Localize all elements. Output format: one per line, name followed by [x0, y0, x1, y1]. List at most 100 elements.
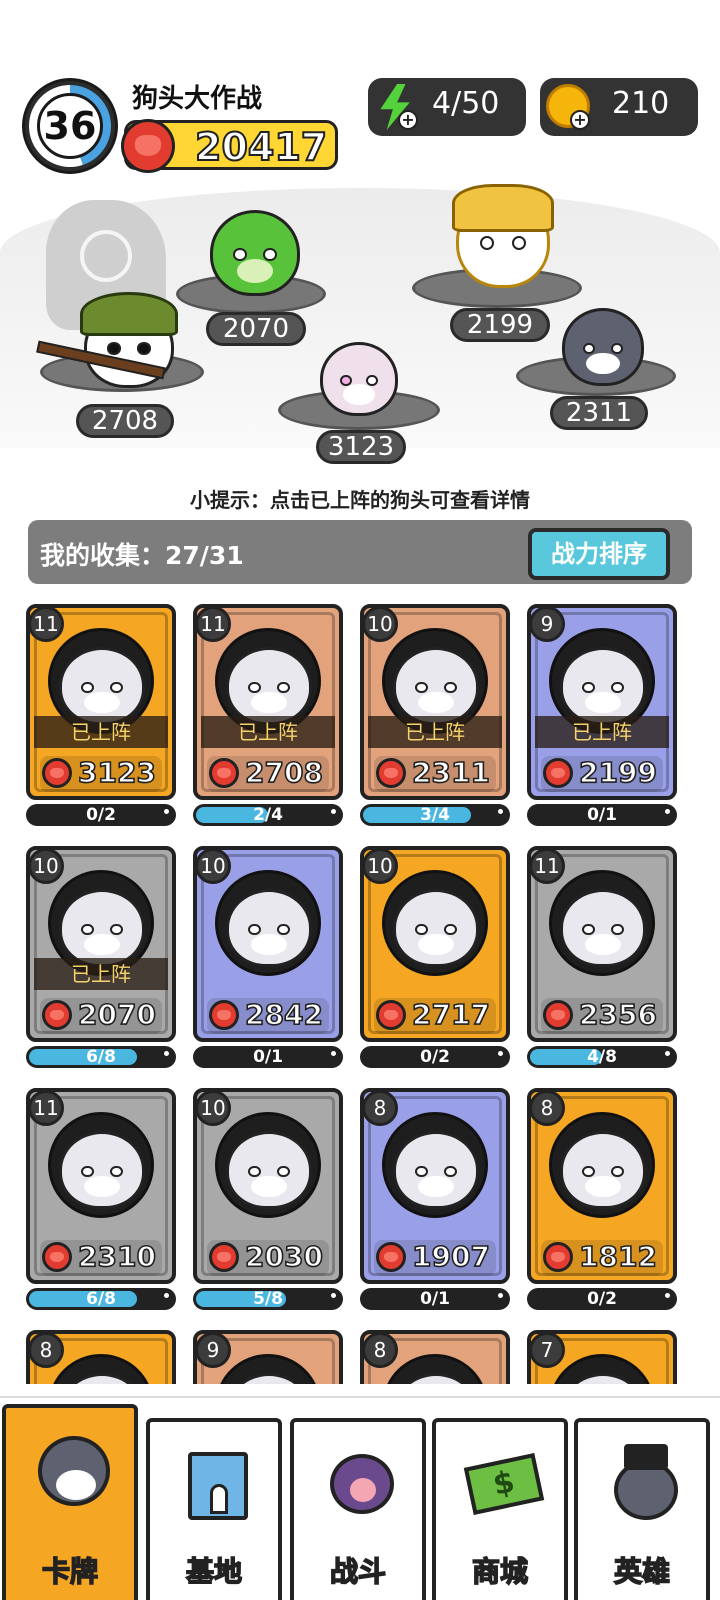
laptop-dog-portrait	[560, 889, 646, 967]
fist-icon	[209, 758, 239, 788]
army-helmet-icon	[80, 292, 178, 336]
nav-tab-4[interactable]: $ 商城	[432, 1418, 568, 1600]
card-level: 8	[362, 1332, 398, 1368]
dog-card[interactable]: 10 2717	[360, 846, 510, 1042]
card-power: 2070	[40, 997, 162, 1034]
add-energy-icon[interactable]: +	[398, 110, 418, 130]
card-progress-bar: 3/4	[360, 804, 510, 826]
card-power: 2199	[541, 755, 663, 792]
progress-dot-icon	[164, 1051, 169, 1056]
dog-card[interactable]: 11 2310	[26, 1088, 176, 1284]
card-progress-bar: 0/1	[527, 804, 677, 826]
tip-text: 小提示：点击已上阵的狗头可查看详情	[190, 488, 530, 512]
fist-icon	[376, 1000, 406, 1030]
progress-dot-icon	[331, 809, 336, 814]
lineup-slot[interactable]: 3123	[278, 330, 440, 470]
dog-card[interactable]: 8	[360, 1330, 510, 1384]
husky-portrait	[393, 647, 479, 725]
dog-card[interactable]: 11 已上阵 2708	[193, 604, 343, 800]
dog-card[interactable]: 8 1907	[360, 1088, 510, 1284]
dog-card[interactable]: 7	[527, 1330, 677, 1384]
nav-tab-3[interactable]: 战斗	[290, 1418, 426, 1600]
card-progress: 4/8	[587, 1047, 617, 1067]
fist-icon	[209, 1242, 239, 1272]
card-level: 10	[362, 606, 398, 642]
lineup-power: 3123	[316, 430, 406, 464]
dog-card[interactable]: 11 2356	[527, 846, 677, 1042]
sort-by-power-button[interactable]: 战力排序	[528, 528, 670, 580]
eyebrow-dog-portrait	[226, 1131, 312, 1209]
card-power-value: 2310	[77, 1239, 157, 1274]
money-icon: $	[463, 1444, 545, 1524]
golden-helmet-icon	[452, 184, 554, 232]
lineup-power: 2708	[76, 404, 174, 438]
card-power-value: 2030	[244, 1239, 324, 1274]
card-portrait	[549, 1112, 655, 1218]
collection-count: 我的收集：27/31	[40, 541, 244, 570]
deployed-label: 已上阵	[34, 716, 168, 748]
dog-card[interactable]: 8	[26, 1330, 176, 1384]
card-power: 2842	[207, 997, 329, 1034]
grumpy-dog-portrait	[59, 1131, 145, 1209]
card-power: 2717	[374, 997, 496, 1034]
progress-dot-icon	[665, 1293, 670, 1298]
card-level: 10	[195, 848, 231, 884]
progress-dot-icon	[164, 1293, 169, 1298]
dog-card[interactable]: 9	[193, 1330, 343, 1384]
total-power-bar: 20417	[121, 119, 338, 173]
progress-dot-icon	[331, 1051, 336, 1056]
card-power-value: 2708	[244, 755, 324, 790]
coin-counter[interactable]: + 210	[540, 78, 698, 136]
card-progress: 0/2	[587, 1289, 617, 1309]
card-power: 1812	[541, 1239, 663, 1276]
dog-card[interactable]: 11 已上阵 3123	[26, 604, 176, 800]
brown-dog-portrait	[560, 1373, 646, 1384]
dog-card[interactable]: 8 1812	[527, 1088, 677, 1284]
card-power-value: 1907	[411, 1239, 491, 1274]
husky-icon	[34, 1430, 114, 1510]
dog-card[interactable]: 10 已上阵 2311	[360, 604, 510, 800]
progress-dot-icon	[498, 809, 503, 814]
deployed-label: 已上阵	[34, 958, 168, 990]
add-coins-icon[interactable]: +	[570, 110, 590, 130]
armored-dog-portrait	[560, 647, 646, 725]
nav-tab-1[interactable]: 卡牌	[2, 1404, 138, 1600]
card-progress: 0/1	[253, 1047, 283, 1067]
card-power-value: 2070	[77, 997, 157, 1032]
card-progress: 2/4	[253, 805, 283, 825]
lineup-slot[interactable]: 2708	[36, 290, 206, 440]
crown-dog-portrait	[393, 1131, 479, 1209]
nav-tab-2[interactable]: 基地	[146, 1418, 282, 1600]
masked-dog-portrait	[393, 889, 479, 967]
header: 36 狗头大作战 20417 + 4/50 + 210	[0, 70, 720, 180]
fist-icon	[42, 758, 72, 788]
nav-tab-label: 基地	[185, 1554, 243, 1589]
card-power-value: 2842	[244, 997, 324, 1032]
card-power-value: 2717	[411, 997, 491, 1032]
card-level: 11	[529, 848, 565, 884]
card-level: 11	[28, 606, 64, 642]
card-power: 2356	[541, 997, 663, 1034]
card-power: 3123	[40, 755, 162, 792]
nav-tab-5[interactable]: 英雄	[574, 1418, 710, 1600]
card-power-value: 2356	[578, 997, 658, 1032]
dog-card[interactable]: 10 已上阵 2070	[26, 846, 176, 1042]
card-progress-bar: 0/1	[193, 1046, 343, 1068]
deployed-label: 已上阵	[201, 716, 335, 748]
lineup-slot[interactable]: 2311	[516, 300, 684, 450]
card-progress: 6/8	[86, 1047, 116, 1067]
card-portrait	[215, 1112, 321, 1218]
card-level: 8	[362, 1090, 398, 1126]
card-portrait	[382, 1112, 488, 1218]
card-progress: 5/8	[253, 1289, 283, 1309]
card-progress-bar: 6/8	[26, 1046, 176, 1068]
energy-counter[interactable]: + 4/50	[368, 78, 526, 136]
dog-card[interactable]: 10 2030	[193, 1088, 343, 1284]
card-portrait	[48, 1112, 154, 1218]
progress-dot-icon	[164, 809, 169, 814]
bottom-nav: 卡牌 基地 战斗 $ 商城 英雄	[0, 1396, 720, 1600]
fist-icon	[42, 1000, 72, 1030]
dog-card[interactable]: 9 已上阵 2199	[527, 604, 677, 800]
player-level-badge[interactable]: 36	[22, 78, 118, 174]
dog-card[interactable]: 10 2842	[193, 846, 343, 1042]
